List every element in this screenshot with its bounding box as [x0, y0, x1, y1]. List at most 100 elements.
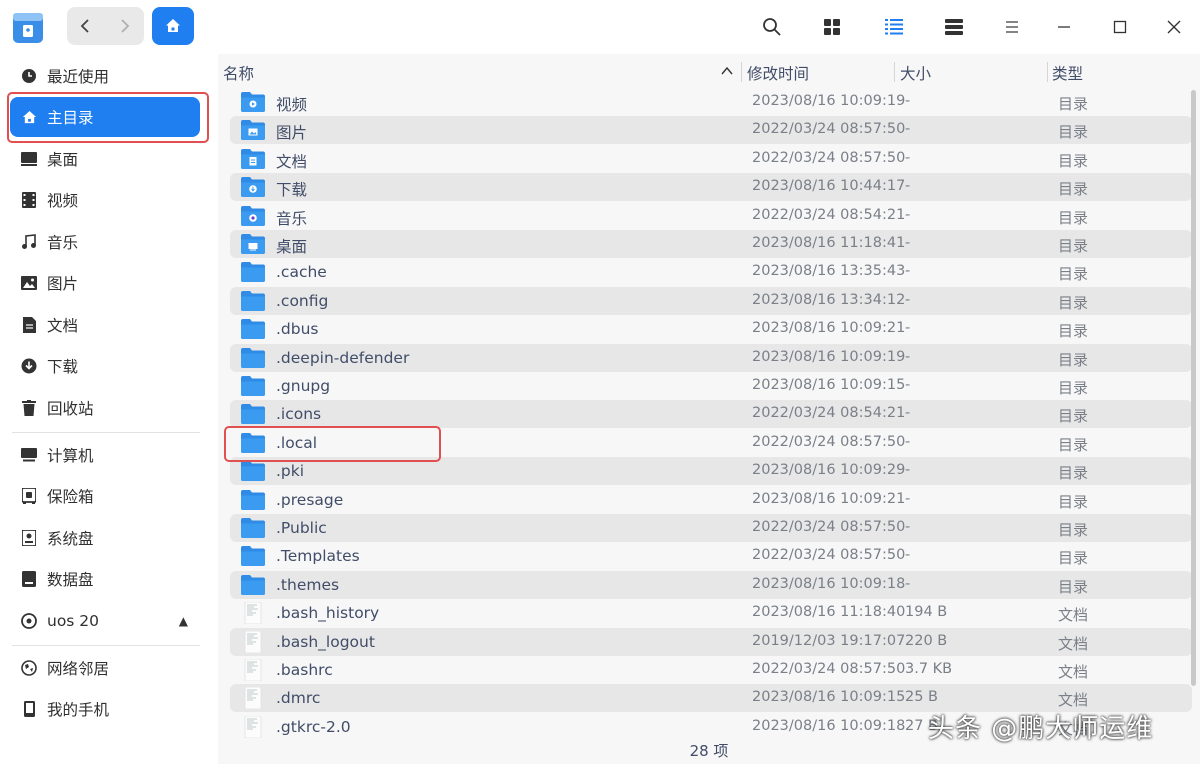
file-row[interactable]: .Templates 2022/03/24 08:57:50- 目录: [230, 542, 1192, 570]
file-name: .presage: [276, 490, 344, 509]
file-modified-date: 2023/08/16 13:35:43: [752, 263, 906, 280]
file-row[interactable]: .bash_logout 2019/12/03 19:17:07 220 B 文档: [230, 627, 1192, 656]
clock-icon: [20, 67, 38, 85]
home-breadcrumb-button[interactable]: [152, 7, 194, 45]
title-bar: [0, 0, 1200, 54]
file-row[interactable]: .dbus 2023/08/16 10:09:21- 目录: [230, 315, 1192, 343]
file-modified-date: 2022/03/24 08:54:21: [752, 206, 906, 223]
file-type: 目录: [1058, 237, 1089, 255]
sidebar-item-downloads[interactable]: 下载: [10, 346, 200, 386]
file-modified-date: 2023/08/16 10:09:18: [752, 717, 906, 734]
vertical-scrollbar[interactable]: [1191, 90, 1196, 686]
sidebar-item-uos-disc[interactable]: uos 20 ▲: [10, 601, 200, 641]
file-modified-date: 2023/08/16 10:09:15: [752, 689, 906, 706]
file-row[interactable]: .bashrc 2022/03/24 08:57:50 3.7 KB 文档: [230, 656, 1192, 684]
list-view-button[interactable]: [882, 14, 906, 40]
file-row[interactable]: 文档 2022/03/24 08:57:50- 目录: [230, 145, 1192, 173]
sidebar-item-label: 回收站: [47, 400, 94, 418]
list-view-icon: [885, 19, 903, 35]
sidebar-item-network[interactable]: 网络邻居: [10, 648, 200, 688]
file-type: 目录: [1058, 464, 1089, 483]
file-type: 目录: [1058, 180, 1089, 199]
file-row[interactable]: 图片 2022/03/24 08:57:50- 目录: [230, 116, 1192, 145]
sidebar-item-phone[interactable]: 我的手机: [10, 689, 200, 729]
file-row[interactable]: 视频 2023/08/16 10:09:19- 目录: [230, 88, 1192, 116]
sidebar-separator: [12, 645, 200, 646]
sidebar-item-music[interactable]: 音乐: [10, 222, 200, 262]
file-size: -: [905, 320, 911, 337]
file-name: .bash_logout: [276, 632, 375, 651]
detail-view-icon: [945, 19, 963, 35]
file-modified-date: 2022/03/24 08:57:50: [752, 661, 906, 677]
sidebar-item-pictures[interactable]: 图片: [10, 263, 200, 303]
sidebar-item-desktop[interactable]: 桌面: [10, 139, 200, 179]
file-type: 目录: [1058, 435, 1089, 454]
column-header-name[interactable]: 名称: [223, 62, 254, 84]
sidebar-item-label: 我的手机: [47, 701, 110, 719]
picture-folder-icon: [240, 119, 266, 141]
file-row[interactable]: .cache 2023/08/16 13:35:43- 目录: [230, 258, 1192, 286]
file-row[interactable]: .Public 2022/03/24 08:57:50- 目录: [230, 514, 1192, 542]
file-name: .cache: [276, 263, 327, 282]
file-row[interactable]: .config 2023/08/16 13:34:12- 目录: [230, 286, 1192, 315]
menu-icon: [1006, 21, 1018, 33]
search-button[interactable]: [760, 14, 784, 40]
eject-icon[interactable]: ▲: [179, 614, 188, 628]
system-disk-icon: [20, 529, 38, 547]
network-icon: [20, 659, 38, 677]
file-type: 目录: [1058, 577, 1089, 596]
file-size: -: [905, 348, 911, 365]
sort-ascending-icon[interactable]: [721, 67, 733, 75]
column-header-modified[interactable]: 修改时间: [747, 62, 809, 84]
folder-icon: [240, 489, 266, 511]
tree-view-button[interactable]: [942, 14, 966, 40]
file-type: 目录: [1058, 151, 1089, 170]
sidebar-item-trash[interactable]: 回收站: [10, 388, 200, 428]
data-disk-icon: [20, 570, 38, 588]
file-row[interactable]: .presage 2023/08/16 10:09:21- 目录: [230, 486, 1192, 514]
sidebar-item-vault[interactable]: 保险箱: [10, 476, 200, 516]
file-type: 文档: [1058, 634, 1089, 653]
file-modified-date: 2022/03/24 08:54:21: [752, 405, 906, 422]
file-name: .Public: [276, 519, 327, 537]
file-modified-date: 2023/08/16 10:09:19: [752, 348, 906, 365]
file-row[interactable]: 下载 2023/08/16 10:44:17- 目录: [230, 173, 1192, 202]
minimize-button[interactable]: [1052, 14, 1076, 40]
column-header-size[interactable]: 大小: [900, 62, 931, 84]
sidebar-item-label: uos 20: [47, 612, 100, 630]
sidebar-item-videos[interactable]: 视频: [10, 180, 200, 220]
sidebar-item-system-disk[interactable]: 系统盘: [10, 518, 200, 558]
sidebar-item-computer[interactable]: 计算机: [10, 435, 200, 475]
file-row[interactable]: 音乐 2022/03/24 08:54:21- 目录: [230, 202, 1192, 230]
file-modified-date: 2022/03/24 08:57:50: [752, 121, 906, 138]
sidebar-item-data-disk[interactable]: 数据盘: [10, 559, 200, 599]
forward-button[interactable]: [105, 7, 143, 45]
sidebar-item-recent[interactable]: 最近使用: [10, 56, 200, 96]
column-header-type[interactable]: 类型: [1052, 62, 1083, 84]
file-row[interactable]: .gnupg 2023/08/16 10:09:15- 目录: [230, 372, 1192, 400]
main-menu-button[interactable]: [1000, 14, 1024, 40]
maximize-button[interactable]: [1108, 14, 1132, 40]
navigation-group: [67, 7, 144, 45]
close-button[interactable]: [1162, 14, 1186, 40]
icon-view-button[interactable]: [820, 14, 844, 40]
file-name: .bashrc: [276, 661, 333, 679]
file-row[interactable]: 桌面 2023/08/16 11:18:41- 目录: [230, 230, 1192, 258]
file-name: .bash_history: [276, 604, 380, 623]
sidebar-item-label: 网络邻居: [47, 660, 110, 678]
file-row[interactable]: .bash_history 2023/08/16 11:18:40 194 B 文档: [230, 599, 1192, 627]
column-separator[interactable]: [894, 62, 895, 82]
back-button[interactable]: [67, 7, 105, 45]
maximize-icon: [1113, 20, 1127, 34]
column-separator[interactable]: [1047, 62, 1048, 82]
file-row[interactable]: .deepin-defender 2023/08/16 10:09:19- 目录: [230, 343, 1192, 372]
file-size: -: [905, 433, 911, 450]
sidebar-item-label: 文档: [47, 317, 79, 335]
file-row[interactable]: .icons 2022/03/24 08:54:21- 目录: [230, 400, 1192, 429]
file-row[interactable]: .themes 2023/08/16 10:09:18- 目录: [230, 570, 1192, 599]
file-size: -: [905, 149, 911, 166]
file-modified-date: 2023/08/16 10:09:29: [752, 462, 906, 479]
column-separator[interactable]: [741, 62, 742, 82]
download-folder-icon: [240, 176, 266, 198]
sidebar-item-documents[interactable]: 文档: [10, 305, 200, 345]
